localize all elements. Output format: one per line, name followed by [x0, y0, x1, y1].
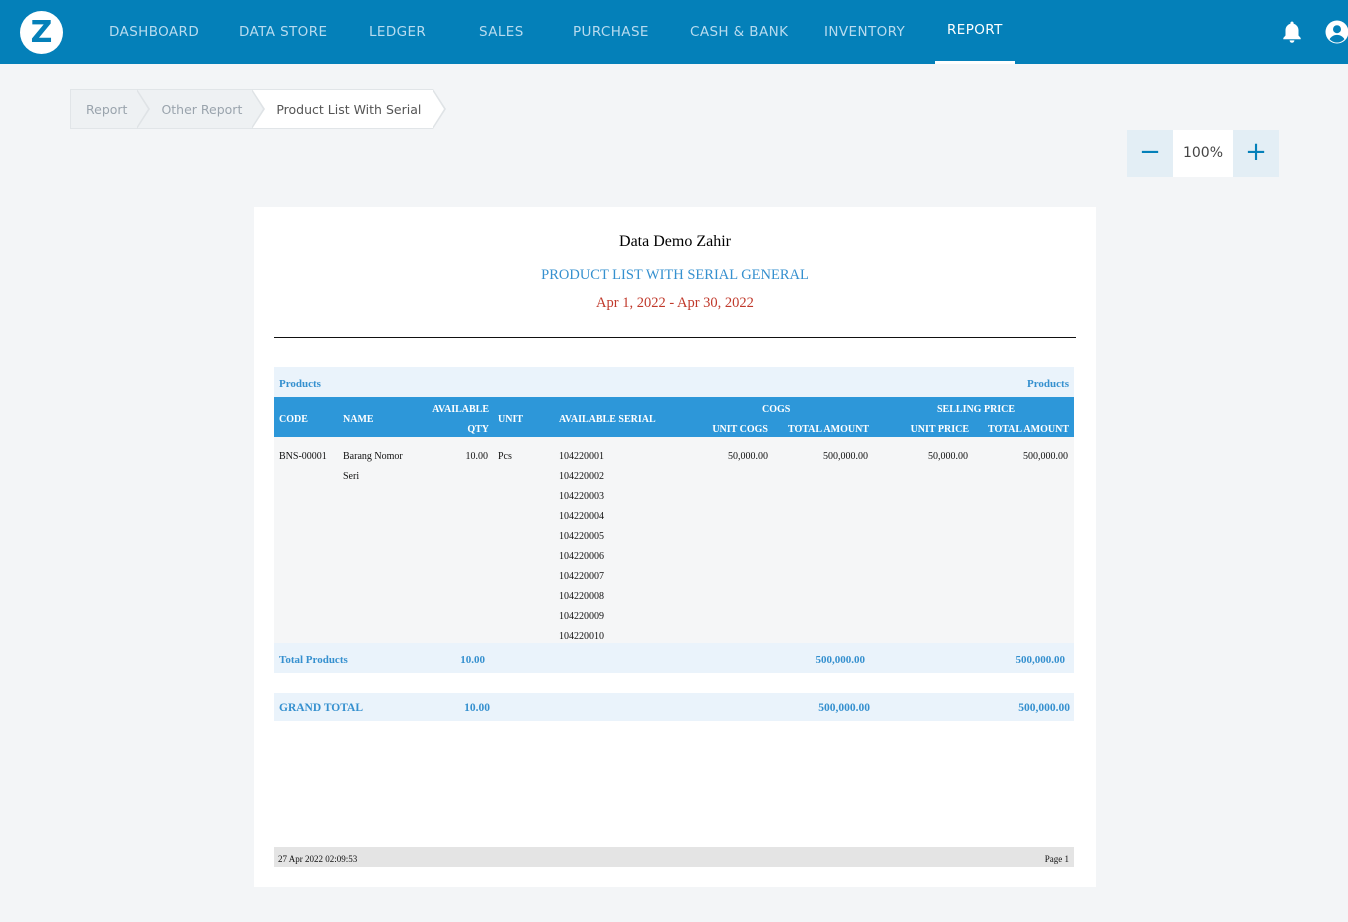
header-cogs-total-amount: TOTAL AMOUNT [787, 424, 869, 435]
serial-item: 104220001 [559, 451, 604, 462]
grand-total-qty: 10.00 [464, 702, 490, 714]
grand-total-cogs-amount: 500,000.00 [818, 702, 870, 714]
serial-item: 104220002 [559, 471, 604, 482]
cell-selling-total: 500,000.00 [1023, 451, 1068, 462]
cell-unit-price: 50,000.00 [928, 451, 968, 462]
report-footer: 27 Apr 2022 02:09:53 Page 1 [274, 847, 1074, 867]
breadcrumb-separator [432, 89, 447, 129]
nav-inventory[interactable]: INVENTORY [824, 0, 905, 64]
zoom-in-button[interactable]: + [1233, 130, 1279, 177]
breadcrumb-label: Product List With Serial [276, 102, 422, 117]
serial-item: 104220006 [559, 551, 604, 562]
table-header: CODE NAME AVAILABLE QTY UNIT AVAILABLE S… [274, 397, 1074, 437]
breadcrumb-label: Report [86, 102, 128, 117]
cell-unit-cogs: 50,000.00 [728, 451, 768, 462]
nav-cash-bank[interactable]: CASH & BANK [690, 0, 788, 64]
nav-ledger[interactable]: LEDGER [369, 0, 426, 64]
breadcrumb-product-list-with-serial: Product List With Serial [252, 89, 447, 129]
table-row: BNS-00001 Barang Nomor Seri 10.00 Pcs 10… [274, 437, 1074, 643]
zoom-control: − 100% + [1127, 130, 1279, 177]
group-label-right: Products [1027, 378, 1069, 390]
total-label: Total Products [279, 654, 348, 666]
nav-data-store[interactable]: DATA STORE [239, 0, 327, 64]
zoom-level: 100% [1173, 130, 1233, 177]
total-products-row: Total Products 10.00 500,000.00 500,000.… [274, 643, 1074, 673]
report-title: PRODUCT LIST WITH SERIAL GENERAL [541, 267, 809, 283]
zoom-out-button[interactable]: − [1127, 130, 1173, 177]
user-account-icon[interactable] [1325, 20, 1348, 44]
grand-total-label: GRAND TOTAL [279, 702, 364, 714]
header-unit-cogs: UNIT COGS [712, 424, 768, 435]
header-unit-price: UNIT PRICE [910, 424, 969, 435]
cell-name-line2: Seri [343, 471, 360, 482]
nav-dashboard[interactable]: DASHBOARD [109, 0, 199, 64]
serial-item: 104220010 [559, 631, 604, 642]
active-tab-indicator [935, 61, 1015, 64]
page-number: Page 1 [1044, 854, 1069, 864]
header-available: AVAILABLE [432, 404, 489, 415]
group-header-bar: Products Products [274, 367, 1074, 397]
breadcrumb-separator [136, 89, 151, 129]
nav-sales[interactable]: SALES [479, 0, 524, 64]
header-cogs: COGS [762, 404, 791, 415]
cell-code: BNS-00001 [279, 451, 327, 462]
breadcrumb: Report Other Report Product List With Se… [70, 89, 447, 129]
group-label-left: Products [279, 378, 321, 390]
cell-unit: Pcs [498, 451, 512, 462]
nav-purchase[interactable]: PURCHASE [573, 0, 649, 64]
grand-total-selling-amount: 500,000.00 [1018, 702, 1070, 714]
serial-item: 104220005 [559, 531, 604, 542]
serial-item: 104220004 [559, 511, 604, 522]
header-unit: UNIT [498, 414, 524, 425]
serial-item: 104220009 [559, 611, 604, 622]
header-code: CODE [279, 414, 308, 425]
nav-report[interactable]: REPORT [947, 0, 1003, 64]
report-page: Data Demo Zahir PRODUCT LIST WITH SERIAL… [254, 207, 1096, 887]
serial-item: 104220003 [559, 491, 604, 502]
top-nav-bar: Z DASHBOARD DATA STORE LEDGER SALES PURC… [0, 0, 1348, 64]
cell-cogs-total: 500,000.00 [823, 451, 868, 462]
print-timestamp: 27 Apr 2022 02:09:53 [278, 854, 358, 864]
header-name: NAME [343, 414, 374, 425]
bell-icon[interactable] [1281, 20, 1303, 44]
breadcrumb-separator [251, 89, 266, 129]
cell-qty: 10.00 [465, 451, 489, 462]
cell-name-line1: Barang Nomor [343, 451, 403, 462]
header-selling-total-amount: TOTAL AMOUNT [987, 424, 1069, 435]
zahir-logo[interactable]: Z [20, 11, 63, 54]
report-company-name: Data Demo Zahir [619, 233, 731, 250]
breadcrumb-other-report[interactable]: Other Report [137, 89, 266, 129]
header-available-serial: AVAILABLE SERIAL [559, 414, 656, 425]
total-selling-amount: 500,000.00 [1015, 654, 1066, 666]
serial-item: 104220008 [559, 591, 604, 602]
serial-item: 104220007 [559, 571, 604, 582]
report-period: Apr 1, 2022 - Apr 30, 2022 [596, 295, 754, 311]
header-qty: QTY [467, 424, 489, 435]
total-qty: 10.00 [460, 654, 485, 666]
breadcrumb-label: Other Report [161, 102, 243, 117]
grand-total-row: GRAND TOTAL 10.00 500,000.00 500,000.00 [274, 693, 1074, 721]
total-cogs-amount: 500,000.00 [815, 654, 866, 666]
breadcrumb-report[interactable]: Report [70, 89, 151, 129]
header-selling-price: SELLING PRICE [937, 404, 1016, 415]
report-divider [274, 337, 1076, 338]
